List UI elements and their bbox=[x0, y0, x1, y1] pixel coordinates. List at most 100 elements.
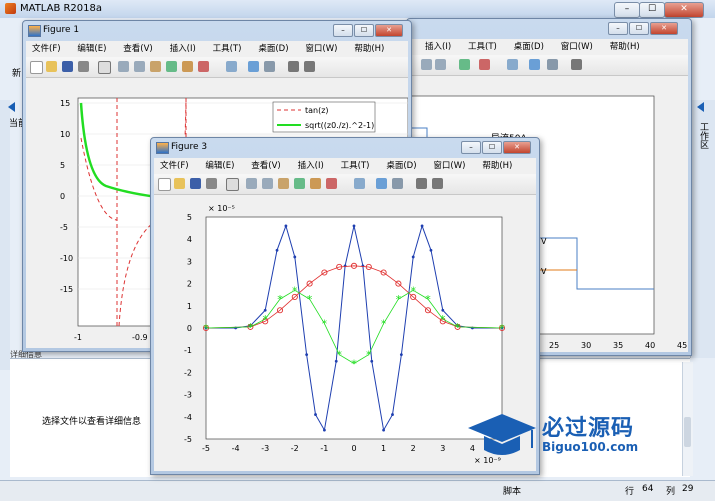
fig3-minimize-button[interactable]: – bbox=[461, 141, 481, 154]
fig3-title: Figure 3 bbox=[171, 142, 208, 152]
hide-tools-icon[interactable] bbox=[288, 61, 299, 72]
fig2-menu-help[interactable]: 帮助(H) bbox=[610, 42, 640, 52]
fig2-menu-insert[interactable]: 插入(I) bbox=[425, 42, 451, 52]
pan-icon[interactable] bbox=[278, 178, 289, 189]
fig1-menu-edit[interactable]: 编辑(E) bbox=[77, 44, 106, 54]
pan-icon[interactable] bbox=[150, 61, 161, 72]
fig1-legend: tan(z) sqrt((z0./z).^2-1) bbox=[272, 101, 376, 133]
fig2-minimize-button[interactable]: – bbox=[608, 22, 628, 35]
fig1-menu-desktop[interactable]: 桌面(D) bbox=[258, 44, 288, 54]
save-icon[interactable] bbox=[190, 178, 201, 189]
vertical-scrollbar[interactable] bbox=[682, 362, 693, 476]
fig1-minimize-button[interactable]: – bbox=[333, 24, 353, 37]
fig1-x-tick-label: -0.9 bbox=[132, 333, 148, 342]
fig3-menu-help[interactable]: 帮助(H) bbox=[482, 161, 512, 171]
fig2-maximize-button[interactable]: ☐ bbox=[629, 22, 649, 35]
close-button[interactable]: ✕ bbox=[664, 2, 704, 18]
data-cursor-icon[interactable] bbox=[310, 178, 321, 189]
rotate-icon[interactable] bbox=[166, 61, 177, 72]
fig3-point-blue bbox=[323, 428, 326, 432]
brush-icon[interactable] bbox=[326, 178, 337, 189]
link-icon[interactable] bbox=[226, 61, 237, 72]
zoom-in-icon[interactable] bbox=[421, 59, 432, 70]
open-icon[interactable] bbox=[46, 61, 57, 72]
legend-icon[interactable] bbox=[392, 178, 403, 189]
fig2-menu-desktop[interactable]: 桌面(D) bbox=[514, 42, 544, 52]
fig3-point-blue bbox=[420, 224, 424, 228]
fig2-menu-window[interactable]: 窗口(W) bbox=[561, 42, 593, 52]
new-figure-icon[interactable] bbox=[158, 178, 171, 191]
link-icon[interactable] bbox=[354, 178, 365, 189]
maximize-button[interactable]: ☐ bbox=[639, 2, 665, 18]
fig3-menu-file[interactable]: 文件(F) bbox=[160, 161, 189, 171]
fig3-maximize-button[interactable]: ☐ bbox=[482, 141, 502, 154]
fig3-point-green: * bbox=[455, 321, 461, 334]
fig3-menu-view[interactable]: 查看(V) bbox=[251, 161, 280, 171]
fig1-y-tick-label: -15 bbox=[60, 285, 73, 294]
show-tools-icon[interactable] bbox=[432, 178, 443, 189]
fig3-menu-desktop[interactable]: 桌面(D) bbox=[386, 161, 416, 171]
fig3-point-blue bbox=[411, 255, 415, 259]
fig3-menu-window[interactable]: 窗口(W) bbox=[433, 161, 465, 171]
back-arrow-icon[interactable] bbox=[8, 102, 15, 112]
save-icon[interactable] bbox=[62, 61, 73, 72]
fig1-menu-view[interactable]: 查看(V) bbox=[123, 44, 152, 54]
main-title-bar: MATLAB R2018a – ☐ ✕ bbox=[0, 0, 715, 18]
fig3-point-green: * bbox=[307, 293, 313, 306]
brush-icon[interactable] bbox=[479, 59, 490, 70]
fig3-y-tick-label: 0 bbox=[187, 324, 192, 333]
zoom-out-icon[interactable] bbox=[134, 61, 145, 72]
link-icon[interactable] bbox=[507, 59, 518, 70]
legend-icon[interactable] bbox=[264, 61, 275, 72]
zoom-out-icon[interactable] bbox=[262, 178, 273, 189]
rotate-icon[interactable] bbox=[459, 59, 470, 70]
fig1-menu-tools[interactable]: 工具(T) bbox=[213, 44, 242, 54]
fig1-menu-window[interactable]: 窗口(W) bbox=[305, 44, 337, 54]
fig1-menu-insert[interactable]: 插入(I) bbox=[170, 44, 196, 54]
expand-arrow-icon[interactable] bbox=[697, 102, 704, 112]
status-row-value: 64 bbox=[642, 484, 654, 494]
fig1-maximize-button[interactable]: ☐ bbox=[354, 24, 374, 37]
print-icon[interactable] bbox=[206, 178, 217, 189]
fig3-menu-insert[interactable]: 插入(I) bbox=[298, 161, 324, 171]
zoom-in-icon[interactable] bbox=[118, 61, 129, 72]
fig2-menu-tools[interactable]: 工具(T) bbox=[468, 42, 497, 52]
pointer-icon[interactable] bbox=[226, 178, 239, 191]
legend-icon[interactable] bbox=[547, 59, 558, 70]
zoom-in-icon[interactable] bbox=[246, 178, 257, 189]
data-cursor-icon[interactable] bbox=[182, 61, 193, 72]
workspace-label[interactable]: 工作区 bbox=[697, 122, 710, 149]
print-icon[interactable] bbox=[78, 61, 89, 72]
fig1-menu-help[interactable]: 帮助(H) bbox=[354, 44, 384, 54]
pointer-icon[interactable] bbox=[98, 61, 111, 74]
colorbar-icon[interactable] bbox=[376, 178, 387, 189]
fig1-x-tick-label: -1 bbox=[74, 333, 82, 342]
fig3-point-green: * bbox=[322, 318, 328, 331]
fig3-menu-tools[interactable]: 工具(T) bbox=[341, 161, 370, 171]
status-bar: 脚本 行 64 列 29 bbox=[0, 480, 715, 501]
fig3-menu-edit[interactable]: 编辑(E) bbox=[205, 161, 234, 171]
fig3-point-blue bbox=[352, 224, 356, 228]
hide-tools-icon[interactable] bbox=[571, 59, 582, 70]
fig1-menu-file[interactable]: 文件(F) bbox=[32, 44, 61, 54]
fig2-close-button[interactable]: ✕ bbox=[650, 22, 678, 35]
fig3-close-button[interactable]: ✕ bbox=[503, 141, 531, 154]
hide-tools-icon[interactable] bbox=[416, 178, 427, 189]
open-icon[interactable] bbox=[174, 178, 185, 189]
brush-icon[interactable] bbox=[198, 61, 209, 72]
fig1-y-tick-label: -5 bbox=[60, 223, 68, 232]
rotate-icon[interactable] bbox=[294, 178, 305, 189]
scrollbar-thumb[interactable] bbox=[684, 417, 691, 447]
status-col-value: 29 bbox=[682, 484, 694, 494]
colorbar-icon[interactable] bbox=[248, 61, 259, 72]
pan-icon[interactable] bbox=[435, 59, 446, 70]
minimize-button[interactable]: – bbox=[614, 2, 640, 18]
colorbar-icon[interactable] bbox=[529, 59, 540, 70]
fig3-point-blue bbox=[382, 428, 385, 432]
fig1-close-button[interactable]: ✕ bbox=[375, 24, 403, 37]
show-tools-icon[interactable] bbox=[304, 61, 315, 72]
fig3-point-blue bbox=[263, 308, 267, 312]
fig3-toolbar bbox=[154, 174, 536, 195]
new-figure-icon[interactable] bbox=[30, 61, 43, 74]
fig2-x-tick-label: 40 bbox=[645, 341, 655, 350]
